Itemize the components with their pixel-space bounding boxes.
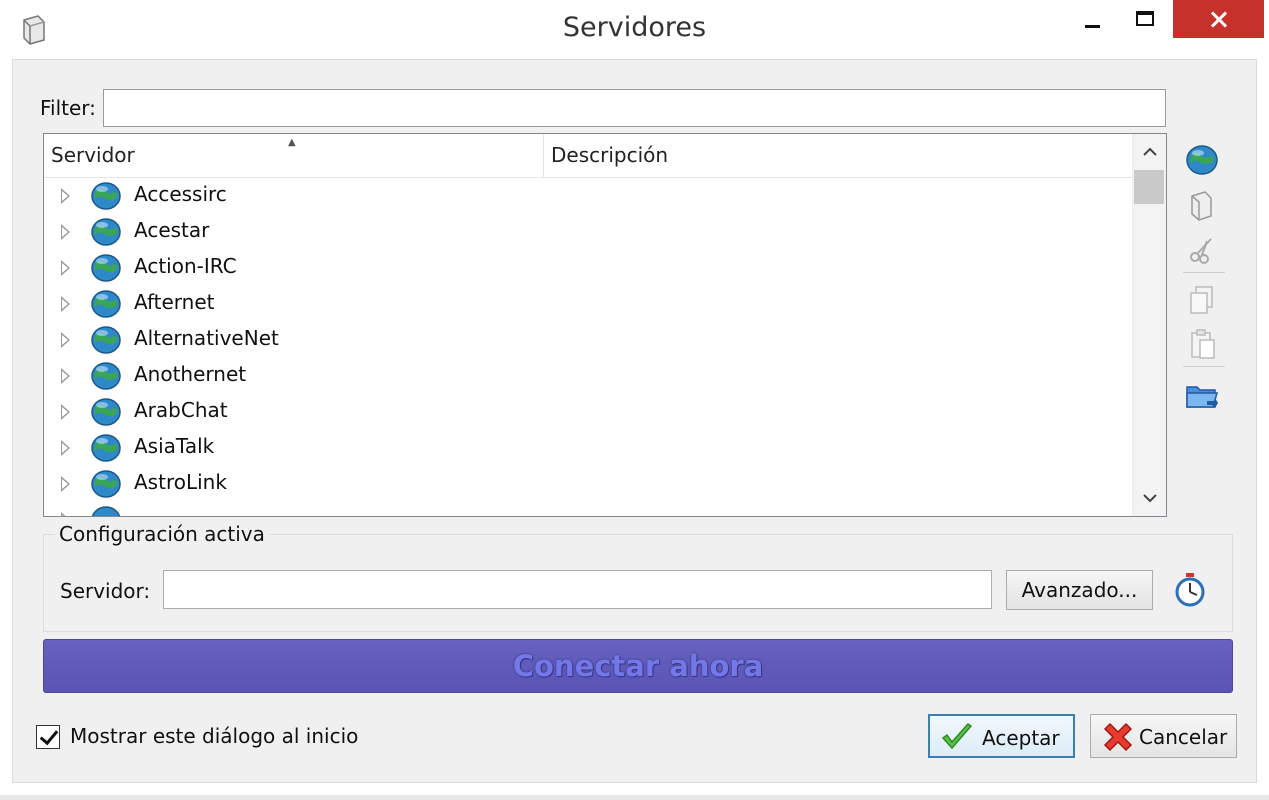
list-item[interactable]: Acestar xyxy=(44,214,1132,250)
timer-button[interactable] xyxy=(1172,572,1208,608)
globe-icon xyxy=(91,362,121,390)
server-input[interactable] xyxy=(163,570,992,609)
list-item[interactable]: AstroLink xyxy=(44,466,1132,502)
show-dialog-label: Mostrar este diálogo al inicio xyxy=(70,724,359,748)
show-dialog-checkbox[interactable] xyxy=(36,725,60,749)
cut-button[interactable] xyxy=(1184,232,1220,268)
window-bottom-edge xyxy=(0,795,1269,800)
cut-icon xyxy=(1190,238,1212,264)
expand-arrow-icon[interactable] xyxy=(61,404,70,420)
chevron-up-icon xyxy=(1143,147,1157,156)
import-folder-button[interactable] xyxy=(1184,378,1220,414)
paste-button[interactable] xyxy=(1184,326,1220,362)
list-item-partial[interactable] xyxy=(44,502,1132,516)
expand-arrow-icon[interactable] xyxy=(61,188,70,204)
sort-ascending-icon: ▲ xyxy=(288,137,296,148)
column-header-descripcion[interactable]: Descripción xyxy=(544,134,1132,177)
server-name: Anothernet xyxy=(134,362,247,386)
expand-arrow-icon[interactable] xyxy=(61,512,70,516)
checkmark-icon xyxy=(941,723,973,750)
expand-arrow-icon[interactable] xyxy=(61,368,70,384)
toolbar-separator xyxy=(1183,272,1225,273)
globe-icon xyxy=(91,398,121,426)
expand-arrow-icon[interactable] xyxy=(61,224,70,240)
server-name: Accessirc xyxy=(134,182,227,206)
connect-now-button[interactable]: Conectar ahora xyxy=(43,639,1233,693)
list-item[interactable]: Anothernet xyxy=(44,358,1132,394)
server-name: AsiaTalk xyxy=(134,434,215,458)
globe-icon xyxy=(91,254,121,282)
list-item[interactable]: Accessirc xyxy=(44,178,1132,214)
scroll-thumb[interactable] xyxy=(1134,170,1164,204)
expand-arrow-icon[interactable] xyxy=(61,440,70,456)
server-name: Action-IRC xyxy=(134,254,237,278)
server-name: AstroLink xyxy=(134,470,227,494)
globe-icon xyxy=(91,326,121,354)
red-x-icon xyxy=(1103,722,1133,752)
scroll-up-button[interactable] xyxy=(1133,136,1166,170)
active-config-legend: Configuración activa xyxy=(55,522,269,546)
accept-button[interactable]: Aceptar xyxy=(928,714,1075,758)
advanced-button[interactable]: Avanzado... xyxy=(1006,570,1153,610)
globe-icon xyxy=(91,470,121,498)
toolbar-separator xyxy=(1183,366,1225,367)
server-name: ArabChat xyxy=(134,398,228,422)
scroll-down-button[interactable] xyxy=(1133,482,1166,516)
expand-arrow-icon[interactable] xyxy=(61,296,70,312)
add-server-icon xyxy=(1191,191,1212,221)
close-button[interactable] xyxy=(1173,0,1264,38)
minimize-button[interactable] xyxy=(1069,0,1115,38)
paste-icon xyxy=(1191,329,1215,359)
expand-arrow-icon[interactable] xyxy=(61,476,70,492)
chevron-down-icon xyxy=(1143,494,1157,503)
server-name: Afternet xyxy=(134,290,215,314)
add-network-icon xyxy=(1186,145,1218,175)
add-network-button[interactable] xyxy=(1184,142,1220,178)
globe-icon xyxy=(91,182,121,210)
globe-icon xyxy=(91,218,121,246)
list-item[interactable]: ArabChat xyxy=(44,394,1132,430)
expand-arrow-icon[interactable] xyxy=(61,260,70,276)
list-header: Servidor Descripción ▲ xyxy=(44,134,1132,178)
maximize-button[interactable] xyxy=(1124,0,1170,38)
server-name: Acestar xyxy=(134,218,210,242)
title-bar: Servidores xyxy=(0,0,1269,58)
globe-icon xyxy=(91,506,121,516)
list-item[interactable]: AsiaTalk xyxy=(44,430,1132,466)
list-item[interactable]: AlternativeNet xyxy=(44,322,1132,358)
vertical-scrollbar[interactable] xyxy=(1132,134,1166,516)
globe-icon xyxy=(91,434,121,462)
accept-label: Aceptar xyxy=(982,726,1060,750)
filter-label: Filter: xyxy=(40,96,96,120)
import-folder-icon xyxy=(1186,386,1218,408)
cancel-label: Cancelar xyxy=(1139,725,1228,749)
list-item[interactable]: Action-IRC xyxy=(44,250,1132,286)
add-server-button[interactable] xyxy=(1184,188,1220,224)
server-rows: Accessirc Acestar Action-IRC Afternet Altern… xyxy=(44,178,1132,516)
server-name: AlternativeNet xyxy=(134,326,279,350)
copy-button[interactable] xyxy=(1184,282,1220,318)
cancel-button[interactable]: Cancelar xyxy=(1090,714,1237,758)
globe-icon xyxy=(91,290,121,318)
server-field-label: Servidor: xyxy=(60,579,151,603)
server-list: Servidor Descripción ▲ Accessirc Acestar A… xyxy=(43,133,1167,517)
stopwatch-icon xyxy=(1175,573,1205,607)
expand-arrow-icon[interactable] xyxy=(61,332,70,348)
filter-input[interactable] xyxy=(103,89,1166,127)
copy-icon xyxy=(1190,286,1213,314)
list-item[interactable]: Afternet xyxy=(44,286,1132,322)
